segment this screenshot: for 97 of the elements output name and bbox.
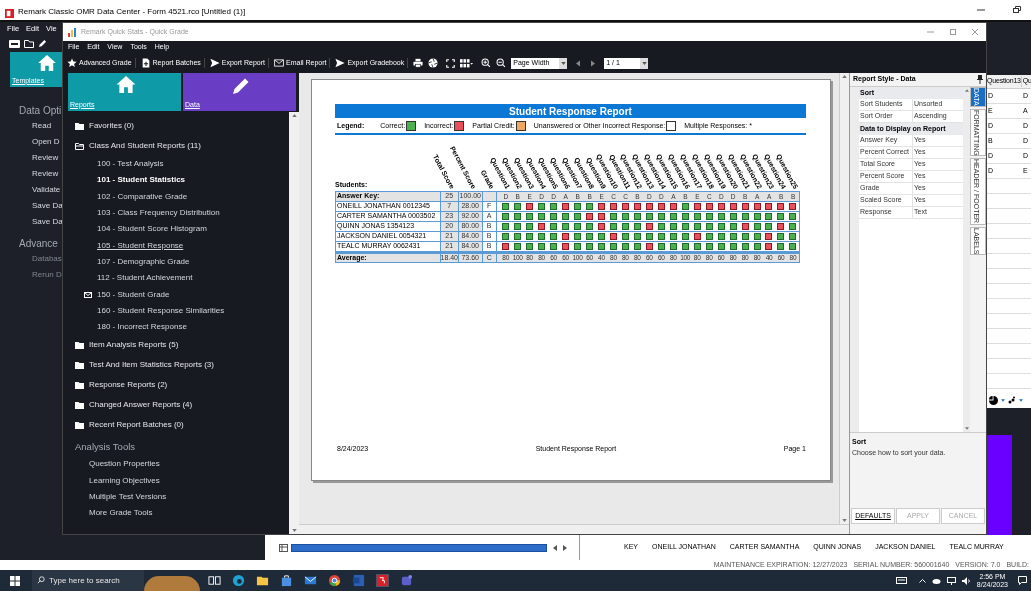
task-view-icon[interactable]	[208, 574, 221, 587]
caret-icon[interactable]	[641, 61, 647, 65]
pie-chart-icon[interactable]	[989, 395, 998, 405]
chrome-icon[interactable]	[328, 574, 341, 587]
scrollbar[interactable]	[839, 73, 849, 524]
report-title: Student Response Report	[335, 104, 806, 118]
scroll-right-icon[interactable]	[563, 544, 567, 551]
report-item[interactable]: 160 - Student Response Similarities	[97, 304, 225, 317]
scrollbar[interactable]	[299, 524, 849, 534]
scrollbar[interactable]	[963, 87, 970, 432]
tool-link[interactable]: Learning Objectives	[75, 472, 289, 489]
nav-item[interactable]: Save Da	[0, 216, 62, 232]
envelope-icon	[274, 58, 284, 68]
report-item[interactable]: 103 - Class Frequency Distribution	[97, 207, 220, 220]
report-item[interactable]: 180 - Incorrect Response	[97, 321, 187, 334]
home-icon	[38, 55, 56, 71]
minimize-icon[interactable]	[977, 6, 985, 13]
nav-item[interactable]: Save Da	[0, 200, 62, 216]
tree-folder[interactable]: Test And Item Statistics Reports (3)	[89, 359, 214, 372]
scrollbar[interactable]	[289, 112, 299, 534]
speaker-icon[interactable]	[961, 576, 971, 585]
report-item[interactable]: 150 - Student Grade	[97, 288, 170, 301]
report-item[interactable]: 107 - Demographic Grade	[97, 255, 190, 268]
close-icon[interactable]	[972, 29, 978, 35]
notification-icon[interactable]	[1018, 576, 1027, 585]
pencil-icon	[230, 76, 251, 96]
previous-page-icon[interactable]	[576, 59, 581, 67]
caret-icon[interactable]	[1001, 398, 1005, 402]
teams-icon[interactable]	[400, 574, 413, 587]
tree-folder[interactable]: Item Analysis Reports (5)	[89, 339, 179, 352]
nav-item[interactable]: Review	[0, 152, 62, 168]
windows-start-icon[interactable]	[10, 575, 20, 586]
zoom-in-icon[interactable]	[481, 58, 492, 68]
tree-folder[interactable]: Favorites (0)	[89, 120, 134, 132]
zoom-out-icon[interactable]	[496, 58, 507, 68]
caret-icon[interactable]	[1019, 398, 1023, 402]
tool-link[interactable]: Multiple Test Versions	[75, 488, 289, 506]
report-item[interactable]: 101 - Student Statistics	[97, 174, 186, 187]
nav-item[interactable]: Validate	[0, 184, 62, 200]
network-icon[interactable]	[946, 576, 956, 585]
columns-icon[interactable]	[460, 58, 474, 68]
report-item[interactable]: 100 - Test Analysis	[97, 158, 164, 171]
search-icon	[37, 576, 45, 584]
nav-item[interactable]: Read	[0, 120, 62, 136]
scroll-left-icon[interactable]	[553, 544, 557, 551]
scroll-up-icon[interactable]	[291, 114, 297, 117]
maximize-icon[interactable]	[950, 29, 956, 35]
nav-item[interactable]: Review	[0, 168, 62, 184]
chevron-up-icon[interactable]	[918, 578, 926, 583]
report-item[interactable]: 112 - Student Achievement	[97, 272, 193, 285]
mail-icon[interactable]	[304, 574, 317, 587]
home-icon	[115, 76, 136, 93]
envelope-icon	[84, 291, 92, 298]
tree-folder[interactable]: Recent Report Batches (0)	[89, 419, 184, 432]
tree-folder[interactable]: Response Reports (2)	[89, 379, 168, 392]
search-field[interactable]: Type here to search	[32, 570, 144, 591]
new-icon[interactable]	[9, 39, 20, 48]
restore-icon[interactable]	[1013, 6, 1021, 13]
tree-folder[interactable]: Class And Student Reports (11)	[89, 140, 201, 152]
keyboard-icon[interactable]	[895, 577, 907, 584]
pencil-icon[interactable]	[38, 39, 47, 48]
scroll-down-icon[interactable]	[842, 519, 847, 522]
fullscreen-icon[interactable]	[446, 58, 456, 68]
scroll-down-icon[interactable]	[291, 529, 297, 532]
nav-item[interactable]: Open D	[0, 136, 62, 152]
report-item[interactable]: 102 - Comparative Grade	[97, 190, 188, 203]
landscape-illustration	[144, 576, 200, 591]
report-item[interactable]: 105 - Student Response	[97, 239, 184, 252]
send-icon	[335, 58, 346, 68]
scroll-up-icon[interactable]	[964, 89, 969, 92]
section-heading: Data Opti	[18, 104, 62, 118]
section-heading: Analysis Tools	[75, 440, 137, 455]
send-icon	[209, 58, 220, 68]
tree-folder[interactable]: Changed Answer Reports (4)	[89, 399, 193, 412]
folder-icon[interactable]	[256, 574, 269, 587]
aperture-icon[interactable]	[428, 58, 439, 68]
window-title: Remark Classic OMR Data Center - Form 4521.rco [Untitled (1)]	[18, 6, 246, 18]
grid-icon[interactable]	[279, 543, 288, 552]
tool-link[interactable]: Question Properties	[75, 456, 289, 473]
print-icon[interactable]	[413, 58, 424, 68]
tool-link[interactable]: More Grade Tools	[75, 505, 289, 522]
report-item[interactable]: 104 - Student Score Histogram	[97, 223, 207, 236]
caret-icon[interactable]	[560, 61, 566, 65]
next-page-icon[interactable]	[591, 59, 596, 67]
folder-icon[interactable]	[24, 39, 34, 48]
pin-icon[interactable]	[977, 75, 983, 84]
browser-icon[interactable]	[232, 574, 245, 587]
scatter-icon[interactable]	[1008, 396, 1016, 404]
star-icon	[67, 58, 77, 68]
app-icon[interactable]	[376, 574, 389, 587]
scroll-down-icon[interactable]	[964, 427, 969, 430]
scroll-up-icon[interactable]	[842, 75, 847, 78]
cloud-icon[interactable]	[931, 577, 941, 584]
section-heading: Advance	[18, 237, 59, 251]
store-icon[interactable]	[280, 574, 293, 587]
bar-chart-icon	[68, 27, 77, 37]
add-document-icon	[140, 58, 151, 68]
